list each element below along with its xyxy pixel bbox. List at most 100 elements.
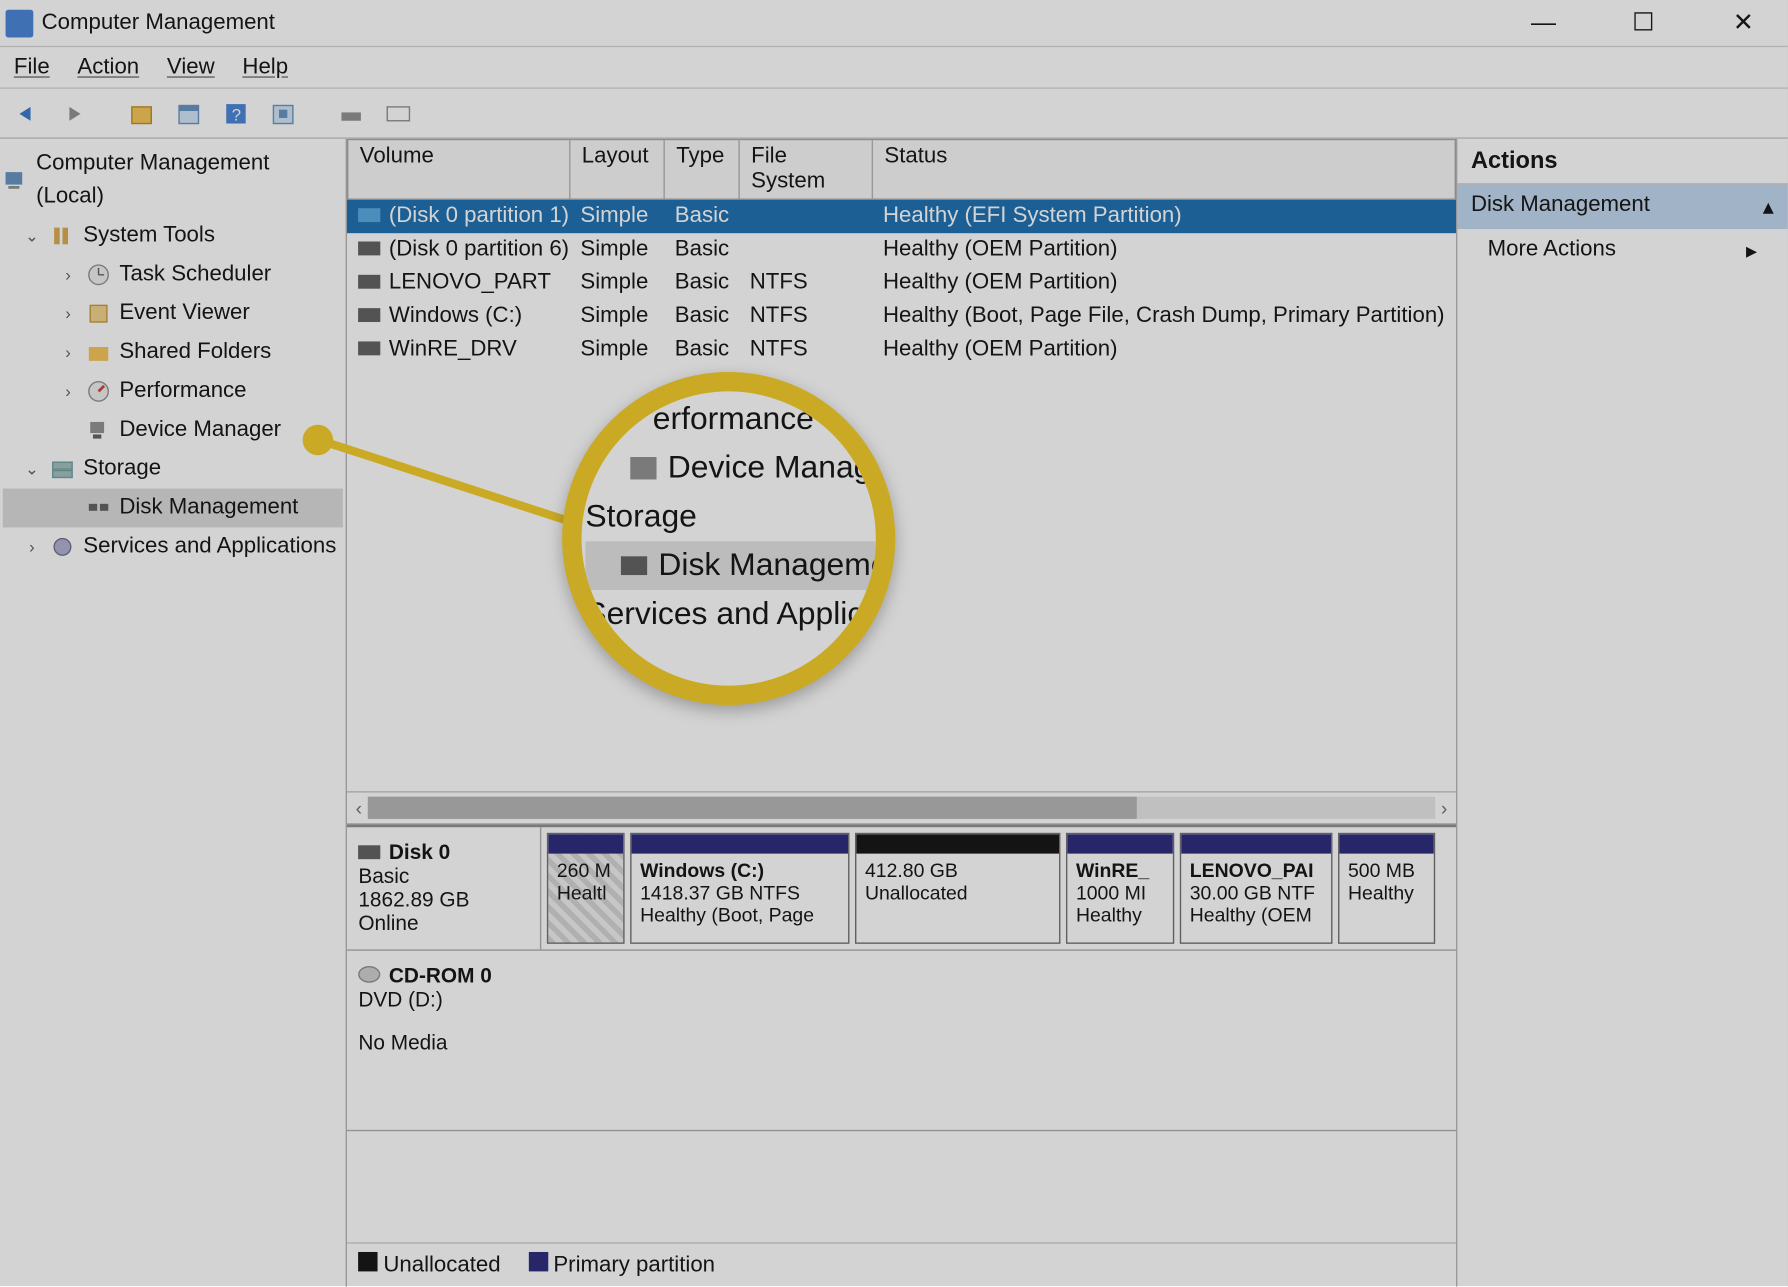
tree-perf-label: Performance bbox=[119, 375, 246, 408]
volume-row[interactable]: (Disk 0 partition 1) Simple Basic Health… bbox=[347, 200, 1455, 233]
partition[interactable]: Windows (C:) 1418.37 GB NTFSHealthy (Boo… bbox=[630, 833, 849, 944]
expand-icon[interactable]: › bbox=[58, 336, 77, 369]
volume-table-body: (Disk 0 partition 1) Simple Basic Health… bbox=[347, 200, 1455, 367]
partition[interactable]: 412.80 GBUnallocated bbox=[855, 833, 1060, 944]
partition[interactable]: 500 MBHealthy bbox=[1338, 833, 1435, 944]
tree-task-scheduler[interactable]: › Task Scheduler bbox=[3, 255, 343, 294]
tree-services[interactable]: › Services and Applications bbox=[3, 527, 343, 566]
tree-root-label: Computer Management (Local) bbox=[36, 147, 343, 214]
content-pane: Volume Layout Type File System Status (D… bbox=[347, 139, 1457, 1287]
disk-icon bbox=[86, 496, 111, 521]
tree-system-tools[interactable]: ⌄ System Tools bbox=[3, 217, 343, 256]
tree-task-label: Task Scheduler bbox=[119, 258, 271, 291]
toolbar-icon-4[interactable] bbox=[333, 95, 369, 131]
disk0-partitions: 260 MHealtl Windows (C:) 1418.37 GB NTFS… bbox=[542, 827, 1456, 949]
storage-icon bbox=[50, 457, 75, 482]
svg-text:?: ? bbox=[232, 105, 241, 124]
callout-dot bbox=[303, 425, 334, 456]
volume-table-header: Volume Layout Type File System Status bbox=[347, 139, 1455, 200]
tools-icon bbox=[50, 223, 75, 248]
actions-pane: Actions Disk Management ▴ More Actions ▸ bbox=[1457, 139, 1788, 1287]
actions-section[interactable]: Disk Management ▴ bbox=[1457, 185, 1788, 229]
horizontal-scrollbar[interactable]: ‹ › bbox=[347, 791, 1455, 824]
tree-diskmgmt-label: Disk Management bbox=[119, 491, 298, 524]
tree-systools-label: System Tools bbox=[83, 219, 215, 252]
tree-event-label: Event Viewer bbox=[119, 297, 249, 330]
tree-device-manager[interactable]: Device Manager bbox=[3, 411, 343, 450]
disk-map: Disk 0 Basic 1862.89 GB Online 260 MHeal… bbox=[347, 824, 1455, 1286]
tree-shared-label: Shared Folders bbox=[119, 336, 271, 369]
collapse-icon[interactable]: ⌄ bbox=[22, 219, 41, 252]
window-title: Computer Management bbox=[42, 10, 1516, 35]
volume-row[interactable]: WinRE_DRV Simple Basic NTFS Healthy (OEM… bbox=[347, 333, 1455, 366]
tree-disk-management[interactable]: Disk Management bbox=[3, 489, 343, 528]
col-fs[interactable]: File System bbox=[740, 140, 873, 198]
tree-shared-folders[interactable]: › Shared Folders bbox=[3, 333, 343, 372]
disk0-row[interactable]: Disk 0 Basic 1862.89 GB Online 260 MHeal… bbox=[347, 827, 1455, 951]
legend-primary-label: Primary partition bbox=[553, 1253, 715, 1277]
back-button[interactable] bbox=[11, 95, 47, 131]
volume-row[interactable]: (Disk 0 partition 6) Simple Basic Health… bbox=[347, 233, 1455, 266]
forward-button[interactable] bbox=[58, 95, 94, 131]
device-icon bbox=[86, 418, 111, 443]
expand-icon[interactable]: › bbox=[58, 297, 77, 330]
tree-performance[interactable]: › Performance bbox=[3, 372, 343, 411]
col-layout[interactable]: Layout bbox=[571, 140, 665, 198]
tree-event-viewer[interactable]: › Event Viewer bbox=[3, 294, 343, 333]
clock-icon bbox=[86, 262, 111, 287]
expand-icon[interactable]: › bbox=[22, 530, 41, 563]
scroll-right-icon[interactable]: › bbox=[1441, 797, 1447, 819]
tree-storage[interactable]: ⌄ Storage bbox=[3, 450, 343, 489]
menu-action[interactable]: Action bbox=[77, 55, 139, 80]
magnifier-overlay: erformance Device Manager Storage Disk M… bbox=[562, 372, 895, 705]
computer-icon bbox=[3, 168, 28, 193]
toolbar-icon-2[interactable] bbox=[172, 95, 208, 131]
actions-more-label: More Actions bbox=[1488, 237, 1616, 265]
menu-view[interactable]: View bbox=[167, 55, 215, 80]
toolbar-icon-5[interactable] bbox=[380, 95, 416, 131]
col-type[interactable]: Type bbox=[665, 140, 740, 198]
volume-row[interactable]: Windows (C:) Simple Basic NTFS Healthy (… bbox=[347, 300, 1455, 333]
menu-bar: File Action View Help bbox=[0, 47, 1788, 89]
disk0-label: Disk 0 Basic 1862.89 GB Online bbox=[347, 827, 541, 949]
expand-icon[interactable]: › bbox=[58, 375, 77, 408]
partition[interactable]: WinRE_ 1000 MIHealthy bbox=[1066, 833, 1174, 944]
cdrom-label: CD-ROM 0 DVD (D:) No Media bbox=[347, 951, 541, 1130]
event-icon bbox=[86, 301, 111, 326]
actions-section-label: Disk Management bbox=[1471, 193, 1650, 221]
legend-unallocated-swatch bbox=[358, 1252, 377, 1271]
help-icon[interactable]: ? bbox=[219, 95, 255, 131]
legend-unallocated-label: Unallocated bbox=[383, 1253, 500, 1277]
navigation-tree: Computer Management (Local) ⌄ System Too… bbox=[0, 139, 347, 1287]
legend-primary-swatch bbox=[528, 1252, 547, 1271]
cdrom-row[interactable]: CD-ROM 0 DVD (D:) No Media bbox=[347, 951, 1455, 1131]
col-volume[interactable]: Volume bbox=[349, 140, 571, 198]
tree-services-label: Services and Applications bbox=[83, 530, 336, 563]
folder-icon bbox=[86, 340, 111, 365]
disk-icon bbox=[358, 845, 380, 859]
collapse-icon[interactable]: ⌄ bbox=[22, 452, 41, 485]
cdrom-icon bbox=[358, 966, 380, 983]
menu-help[interactable]: Help bbox=[242, 55, 288, 80]
tree-root[interactable]: Computer Management (Local) bbox=[3, 144, 343, 216]
performance-icon bbox=[86, 379, 111, 404]
collapse-icon: ▴ bbox=[1763, 193, 1774, 221]
col-status[interactable]: Status bbox=[873, 140, 1454, 198]
expand-icon[interactable]: › bbox=[58, 258, 77, 291]
actions-title: Actions bbox=[1457, 139, 1788, 185]
tree-storage-label: Storage bbox=[83, 452, 161, 485]
maximize-button[interactable]: ☐ bbox=[1616, 8, 1672, 37]
actions-more[interactable]: More Actions ▸ bbox=[1457, 229, 1788, 273]
partition[interactable]: LENOVO_PAI 30.00 GB NTFHealthy (OEM bbox=[1180, 833, 1333, 944]
close-button[interactable]: ✕ bbox=[1716, 8, 1772, 37]
scroll-left-icon[interactable]: ‹ bbox=[356, 797, 362, 819]
volume-row[interactable]: LENOVO_PART Simple Basic NTFS Healthy (O… bbox=[347, 266, 1455, 299]
partition[interactable]: 260 MHealtl bbox=[547, 833, 625, 944]
toolbar-icon-3[interactable] bbox=[266, 95, 302, 131]
toolbar: ? bbox=[0, 89, 1788, 139]
menu-file[interactable]: File bbox=[14, 55, 50, 80]
scrollbar-track[interactable] bbox=[368, 797, 1436, 819]
toolbar-icon-1[interactable] bbox=[125, 95, 161, 131]
minimize-button[interactable]: — bbox=[1516, 8, 1572, 37]
scrollbar-thumb[interactable] bbox=[368, 797, 1137, 819]
